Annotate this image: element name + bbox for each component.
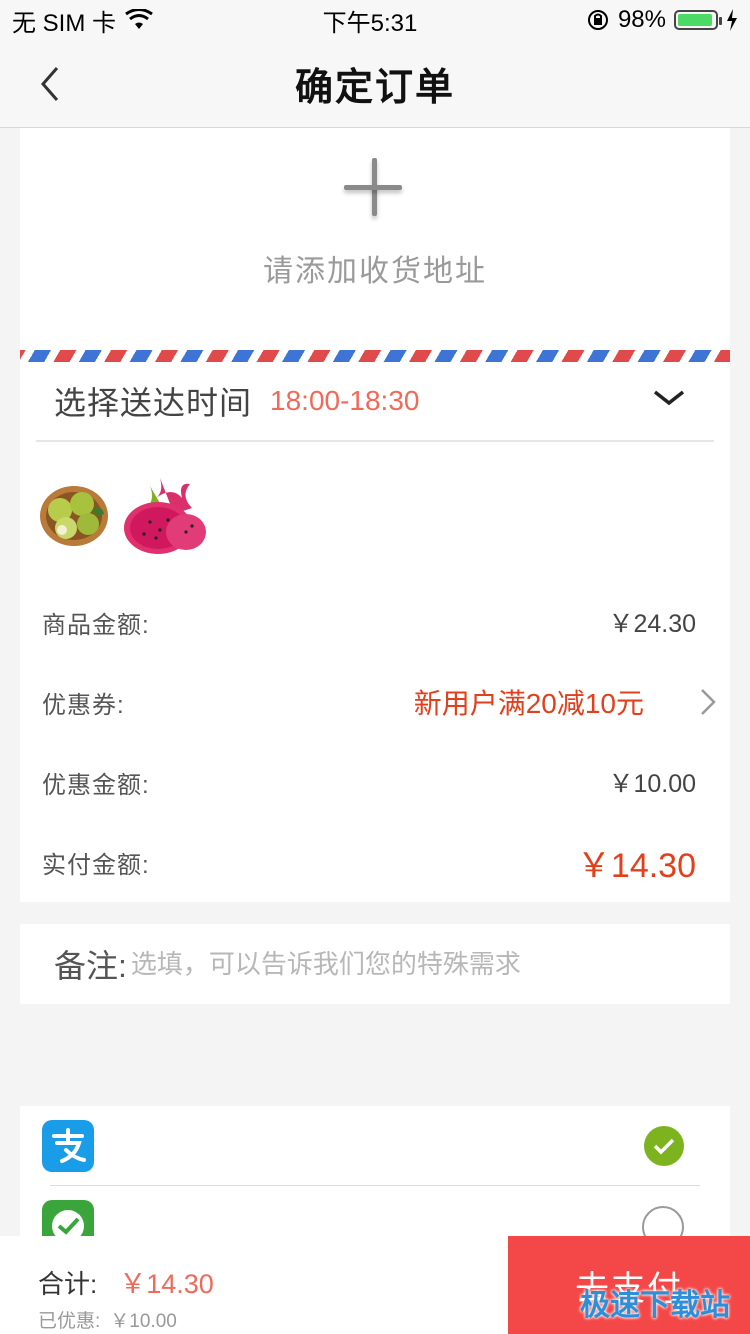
coupon-label: 优惠券:	[42, 691, 125, 719]
add-address-label: 请添加收货地址	[263, 255, 487, 288]
actual-amount-value: ￥14.30	[576, 846, 696, 885]
payment-option-alipay[interactable]	[20, 1106, 730, 1186]
pear-basket-image	[40, 486, 108, 546]
alipay-icon	[42, 1120, 94, 1172]
goods-amount-label: 商品金额:	[42, 611, 150, 639]
note-label: 备注:	[54, 948, 127, 984]
coupon-row[interactable]: 优惠券: 新用户满20减10元	[42, 682, 716, 722]
note-card: 备注:	[20, 924, 730, 1004]
goods-amount-value: ￥24.30	[608, 610, 696, 638]
add-address-card[interactable]: 请添加收货地址	[20, 128, 730, 350]
discount-amount-value: ￥10.00	[608, 770, 696, 798]
saved-value: ￥10.00	[110, 1311, 177, 1332]
total-value: ￥14.30	[119, 1269, 214, 1299]
status-time: 下午5:31	[322, 9, 418, 37]
radio-selected[interactable]	[644, 1126, 684, 1166]
product-thumb-pear[interactable]	[36, 474, 112, 550]
coupon-value: 新用户满20减10元	[413, 688, 644, 719]
note-input[interactable]	[126, 948, 671, 980]
page-title: 确定订单	[294, 67, 455, 109]
saved-label: 已优惠:	[38, 1311, 101, 1332]
radio-unselected[interactable]	[642, 1206, 684, 1236]
battery-percent: 98%	[617, 6, 666, 33]
total-label: 合计:	[38, 1269, 98, 1299]
product-thumbnails	[36, 474, 206, 554]
status-bar: 无 SIM 卡 下午5:31 98%	[0, 0, 750, 40]
payment-option-wechat[interactable]	[20, 1186, 730, 1236]
alipay-glyph	[52, 1128, 86, 1163]
wifi-icon	[125, 9, 153, 29]
discount-amount-label: 优惠金额:	[42, 771, 150, 799]
actual-amount-label: 实付金额:	[42, 851, 150, 879]
check-icon	[653, 1138, 675, 1155]
battery-icon	[674, 10, 722, 30]
airmail-stripe-divider	[20, 350, 730, 362]
chevron-right-icon	[701, 689, 716, 715]
chevron-down-icon	[653, 390, 685, 406]
watermark-text: 极速下载站	[580, 1289, 730, 1322]
payment-methods	[20, 1106, 730, 1236]
saved-row: 已优惠: ￥10.00	[38, 1306, 177, 1333]
goods-amount-row: 商品金额: ￥24.30	[42, 602, 696, 642]
plus-icon	[344, 158, 404, 218]
chevron-left-icon	[41, 67, 59, 101]
delivery-time-label: 选择送达时间	[54, 385, 253, 421]
status-right: 98%	[586, 6, 738, 34]
charging-icon	[727, 9, 737, 31]
delivery-time-selector[interactable]: 选择送达时间 18:00-18:30	[36, 362, 714, 442]
nav-bar: 确定订单	[0, 40, 750, 128]
wechat-pay-icon	[42, 1200, 94, 1236]
dragon-fruit-image	[124, 478, 206, 554]
order-card: 选择送达时间 18:00-18:30 商品金额: ￥24.30 优惠券: 新用户…	[20, 362, 730, 902]
battery-cap	[719, 17, 722, 25]
orientation-lock-icon	[587, 10, 608, 30]
back-button[interactable]	[28, 62, 72, 106]
carrier-text: 无 SIM 卡	[12, 9, 117, 37]
status-left: 无 SIM 卡	[12, 3, 154, 38]
wechat-glyph	[52, 1210, 84, 1236]
product-thumb-dragon-fruit[interactable]	[120, 474, 206, 554]
actual-amount-row: 实付金额: ￥14.30	[42, 842, 696, 885]
battery-fill	[678, 14, 712, 26]
discount-amount-row: 优惠金额: ￥10.00	[42, 762, 696, 802]
delivery-time-value: 18:00-18:30	[270, 385, 420, 416]
total-row: 合计: ￥14.30	[38, 1262, 214, 1301]
